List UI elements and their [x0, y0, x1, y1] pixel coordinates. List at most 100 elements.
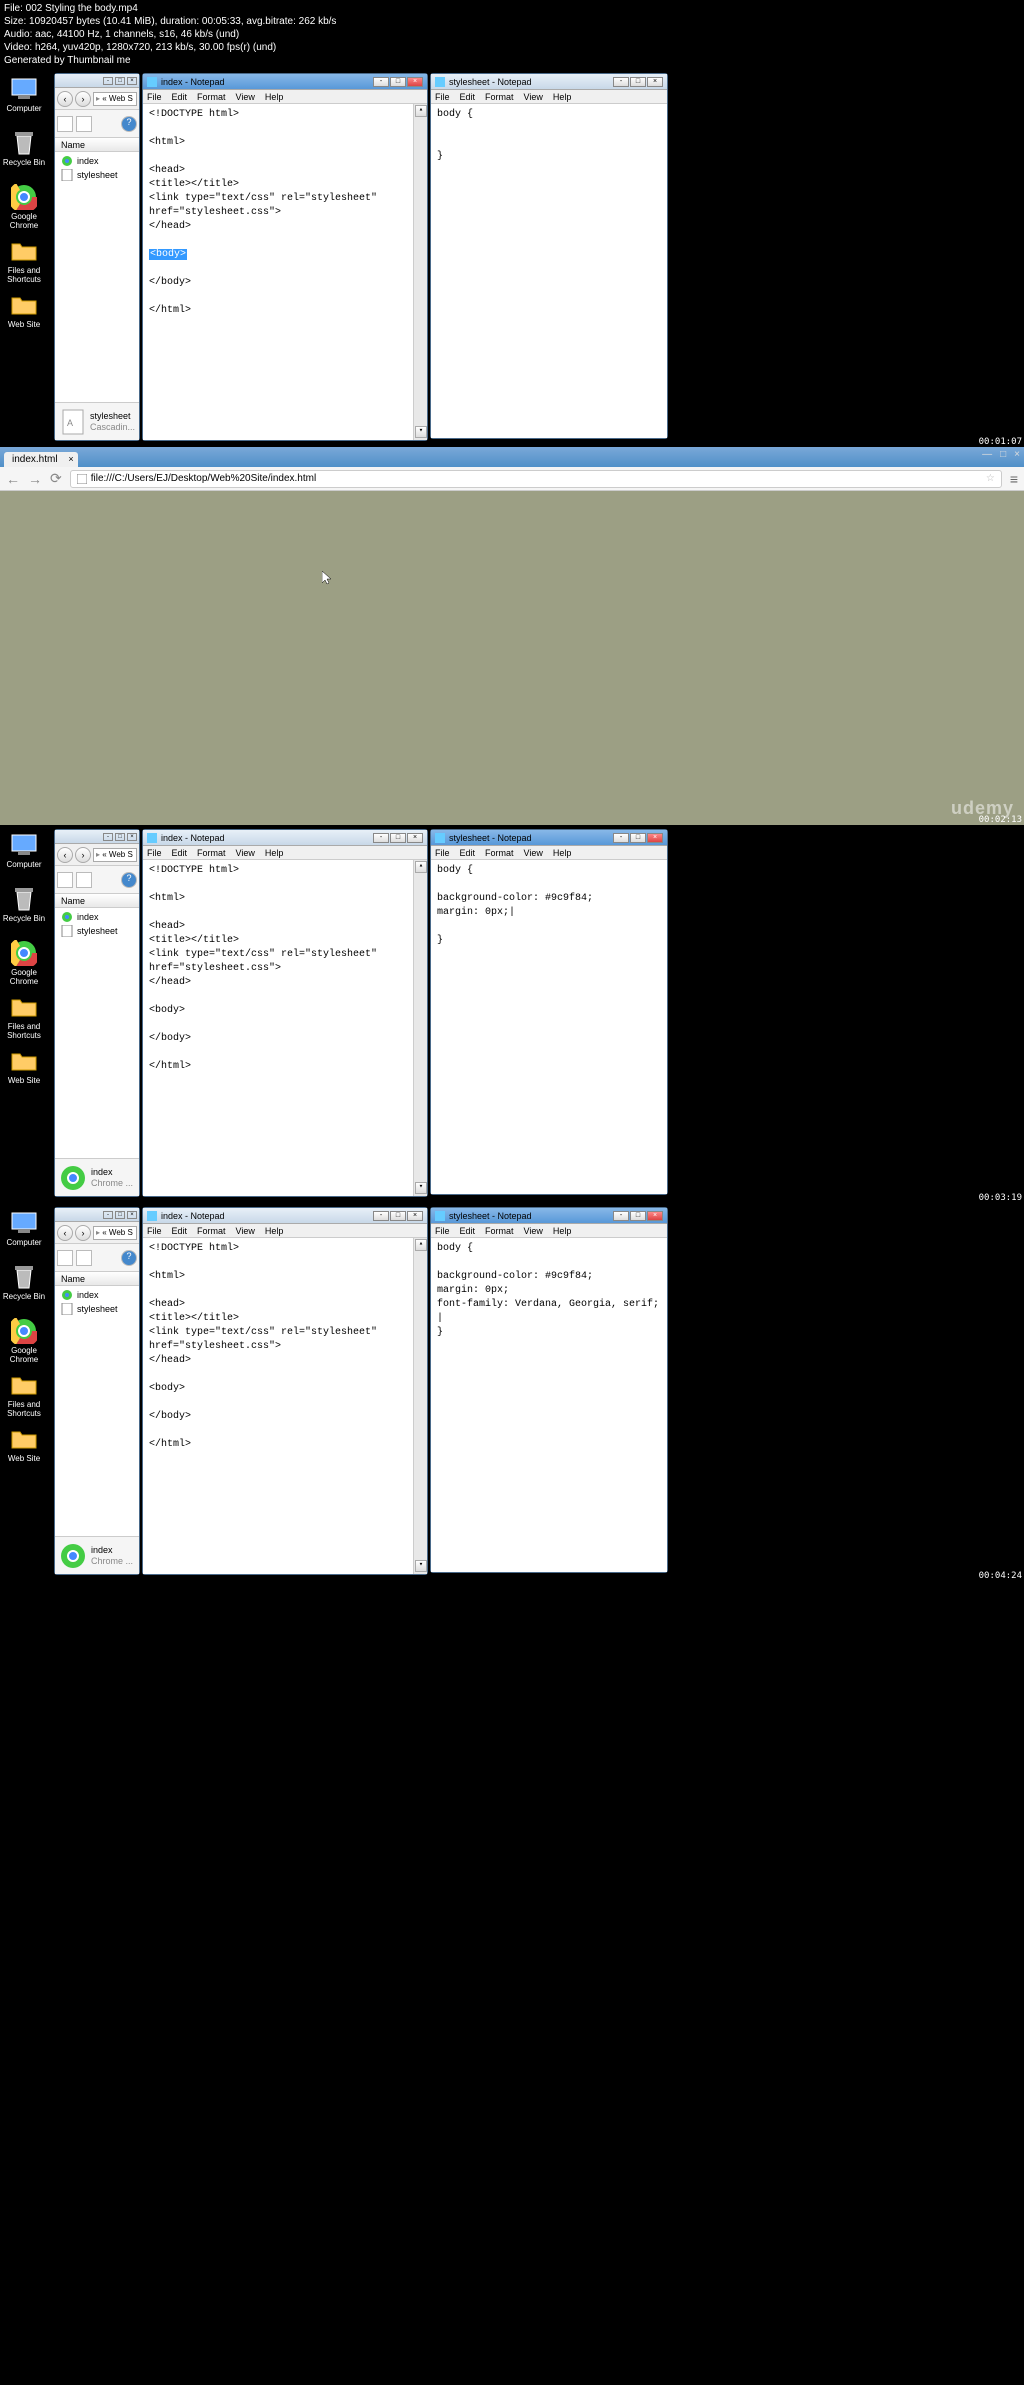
close-button[interactable]: ×: [647, 1211, 663, 1221]
maximize-button[interactable]: □: [390, 77, 406, 87]
maximize-button[interactable]: □: [390, 1211, 406, 1221]
scrollbar[interactable]: ▴▾: [413, 104, 427, 440]
close-button[interactable]: ×: [647, 77, 663, 87]
minimize-button[interactable]: —: [982, 449, 992, 460]
file-item-index[interactable]: index: [57, 154, 137, 168]
file-item-stylesheet[interactable]: stylesheet: [57, 924, 137, 938]
address-bar[interactable]: ▸ « Web S: [93, 92, 137, 106]
reload-button[interactable]: ⟳: [50, 470, 62, 487]
address-bar[interactable]: ▸ « Web S: [93, 848, 137, 862]
forward-button[interactable]: →: [28, 471, 42, 487]
close-button[interactable]: ×: [407, 77, 423, 87]
menu-view[interactable]: View: [524, 92, 543, 102]
tool-help[interactable]: ?: [121, 872, 137, 888]
menu-edit[interactable]: Edit: [172, 1226, 188, 1236]
menu-view[interactable]: View: [236, 848, 255, 858]
website-folder-icon[interactable]: Web Site: [0, 1425, 48, 1473]
chrome-icon[interactable]: Google Chrome: [0, 183, 48, 231]
maximize-button[interactable]: □: [630, 833, 646, 843]
recycle-bin-icon[interactable]: Recycle Bin: [0, 129, 48, 177]
menu-help[interactable]: Help: [553, 1226, 572, 1236]
editor-area[interactable]: <!DOCTYPE html> <html> <head> <title></t…: [143, 860, 427, 1196]
chrome-icon[interactable]: Google Chrome: [0, 1317, 48, 1365]
minimize-button[interactable]: -: [373, 833, 389, 843]
editor-area[interactable]: <!DOCTYPE html> <html> <head> <title></t…: [143, 1238, 427, 1574]
file-item-stylesheet[interactable]: stylesheet: [57, 1302, 137, 1316]
minimize-button[interactable]: -: [613, 1211, 629, 1221]
menu-format[interactable]: Format: [197, 1226, 226, 1236]
menu-help[interactable]: Help: [265, 848, 284, 858]
menu-icon[interactable]: ≡: [1010, 471, 1018, 487]
website-folder-icon[interactable]: Web Site: [0, 291, 48, 339]
back-button[interactable]: ‹: [57, 91, 73, 107]
menu-view[interactable]: View: [524, 848, 543, 858]
scrollbar[interactable]: ▴▾: [413, 1238, 427, 1574]
computer-icon[interactable]: Computer: [0, 831, 48, 879]
forward-button[interactable]: ›: [75, 91, 91, 107]
minimize-button[interactable]: -: [613, 77, 629, 87]
back-button[interactable]: ‹: [57, 847, 73, 863]
tool-organize[interactable]: [57, 872, 73, 888]
tool-views[interactable]: [76, 872, 92, 888]
menu-format[interactable]: Format: [485, 92, 514, 102]
files-folder-icon[interactable]: Files and Shortcuts: [0, 237, 48, 285]
maximize-button[interactable]: □: [630, 1211, 646, 1221]
maximize-button[interactable]: □: [115, 833, 125, 841]
close-button[interactable]: ×: [127, 1211, 137, 1219]
menu-help[interactable]: Help: [553, 848, 572, 858]
file-item-index[interactable]: index: [57, 1288, 137, 1302]
editor-area[interactable]: body { background-color: #9c9f84; margin…: [431, 860, 667, 1194]
minimize-button[interactable]: -: [103, 833, 113, 841]
back-button[interactable]: ‹: [57, 1225, 73, 1241]
editor-area[interactable]: body { }: [431, 104, 667, 438]
maximize-button[interactable]: □: [1000, 449, 1006, 460]
menu-file[interactable]: File: [147, 92, 162, 102]
website-folder-icon[interactable]: Web Site: [0, 1047, 48, 1095]
browser-tab[interactable]: index.html×: [4, 452, 78, 467]
menu-file[interactable]: File: [435, 92, 450, 102]
menu-edit[interactable]: Edit: [460, 92, 476, 102]
minimize-button[interactable]: -: [613, 833, 629, 843]
menu-file[interactable]: File: [147, 1226, 162, 1236]
back-button[interactable]: ←: [6, 471, 20, 487]
recycle-bin-icon[interactable]: Recycle Bin: [0, 1263, 48, 1311]
menu-format[interactable]: Format: [197, 848, 226, 858]
close-button[interactable]: ×: [407, 1211, 423, 1221]
tool-help[interactable]: ?: [121, 116, 137, 132]
close-button[interactable]: ×: [647, 833, 663, 843]
close-button[interactable]: ×: [127, 833, 137, 841]
menu-edit[interactable]: Edit: [460, 1226, 476, 1236]
computer-icon[interactable]: Computer: [0, 75, 48, 123]
column-header-name[interactable]: Name: [55, 894, 139, 908]
bookmark-icon[interactable]: ☆: [986, 473, 995, 484]
menu-help[interactable]: Help: [265, 1226, 284, 1236]
computer-icon[interactable]: Computer: [0, 1209, 48, 1257]
close-button[interactable]: ×: [1014, 449, 1020, 460]
column-header-name[interactable]: Name: [55, 138, 139, 152]
menu-format[interactable]: Format: [485, 1226, 514, 1236]
column-header-name[interactable]: Name: [55, 1272, 139, 1286]
maximize-button[interactable]: □: [630, 77, 646, 87]
tool-organize[interactable]: [57, 116, 73, 132]
address-bar[interactable]: file:///C:/Users/EJ/Desktop/Web%20Site/i…: [70, 470, 1002, 488]
menu-edit[interactable]: Edit: [460, 848, 476, 858]
address-bar[interactable]: ▸ « Web S: [93, 1226, 137, 1240]
files-folder-icon[interactable]: Files and Shortcuts: [0, 1371, 48, 1419]
menu-view[interactable]: View: [236, 1226, 255, 1236]
minimize-button[interactable]: -: [373, 77, 389, 87]
menu-edit[interactable]: Edit: [172, 92, 188, 102]
scrollbar[interactable]: ▴▾: [413, 860, 427, 1196]
forward-button[interactable]: ›: [75, 847, 91, 863]
tool-views[interactable]: [76, 116, 92, 132]
menu-edit[interactable]: Edit: [172, 848, 188, 858]
menu-view[interactable]: View: [236, 92, 255, 102]
close-button[interactable]: ×: [127, 77, 137, 85]
menu-format[interactable]: Format: [485, 848, 514, 858]
tool-help[interactable]: ?: [121, 1250, 137, 1266]
chrome-icon[interactable]: Google Chrome: [0, 939, 48, 987]
menu-help[interactable]: Help: [265, 92, 284, 102]
maximize-button[interactable]: □: [390, 833, 406, 843]
menu-view[interactable]: View: [524, 1226, 543, 1236]
close-button[interactable]: ×: [407, 833, 423, 843]
menu-file[interactable]: File: [147, 848, 162, 858]
